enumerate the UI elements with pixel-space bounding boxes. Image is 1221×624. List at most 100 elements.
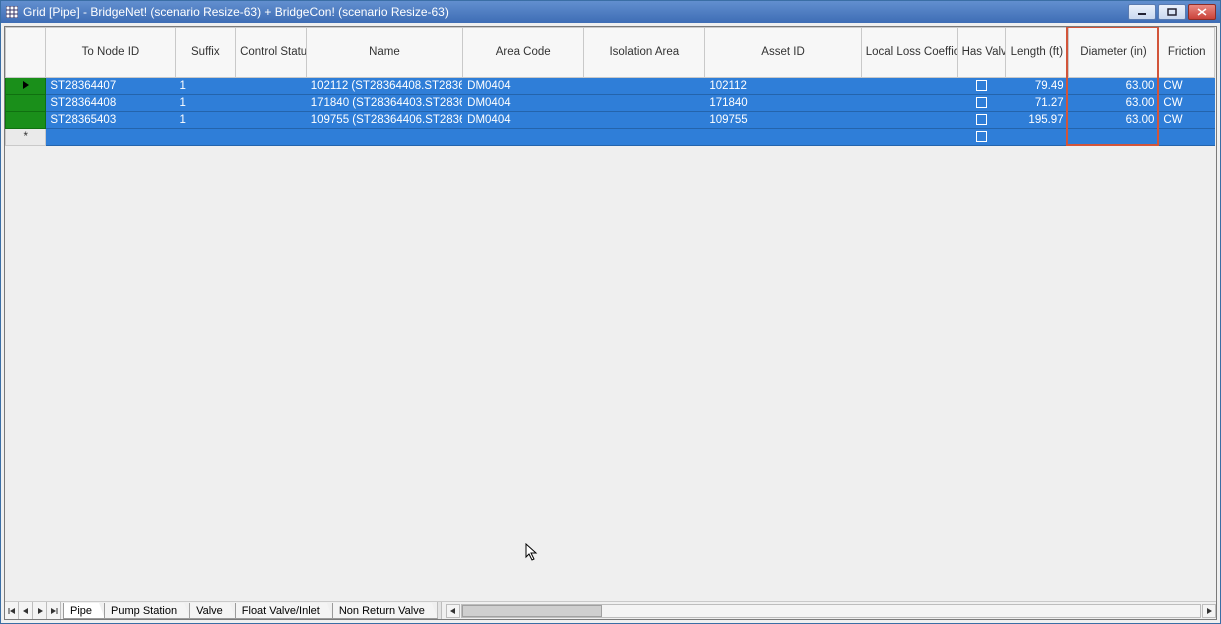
cell-has-valve[interactable]	[957, 129, 1005, 146]
col-header-has-valve[interactable]: Has Valve	[957, 28, 1005, 78]
row-header-cell[interactable]	[6, 78, 46, 95]
table-row[interactable]: ST283644081 171840 (ST28364403.ST28364DM0…	[6, 95, 1215, 112]
tab-float-valve-inlet[interactable]: Float Valve/Inlet	[235, 603, 333, 619]
cell-to-node[interactable]: ST28364407	[46, 78, 175, 95]
scroll-track[interactable]	[461, 604, 1201, 618]
titlebar[interactable]: Grid [Pipe] - BridgeNet! (scenario Resiz…	[1, 1, 1220, 23]
cell-friction[interactable]: CW	[1159, 95, 1215, 112]
col-header-area-code[interactable]: Area Code	[463, 28, 584, 78]
cell-control-status[interactable]	[236, 112, 307, 129]
table-row[interactable]: ST283654031 109755 (ST28364406.ST28364DM0…	[6, 112, 1215, 129]
tab-pump-station[interactable]: Pump Station	[104, 603, 190, 619]
grid-header[interactable]: To Node ID Suffix Control Status Name Ar…	[6, 28, 1215, 78]
cell-name[interactable]: 109755 (ST28364406.ST28364	[306, 112, 462, 129]
col-header-friction[interactable]: Friction	[1159, 28, 1215, 78]
cell-length[interactable]: 79.49	[1006, 78, 1069, 95]
cell-length[interactable]: 195.97	[1006, 112, 1069, 129]
bottom-bar: PipePump StationValveFloat Valve/InletNo…	[5, 601, 1216, 619]
checkbox-icon[interactable]	[976, 114, 987, 125]
row-header-cell[interactable]	[6, 112, 46, 129]
col-header-row[interactable]	[6, 28, 46, 78]
new-row-marker[interactable]: *	[6, 129, 46, 146]
col-header-name[interactable]: Name	[306, 28, 462, 78]
cell-has-valve[interactable]	[957, 78, 1005, 95]
new-row[interactable]: *	[6, 129, 1215, 146]
scroll-right-button[interactable]	[1202, 604, 1216, 618]
minimize-button[interactable]	[1128, 4, 1156, 20]
cell-suffix[interactable]: 1	[175, 78, 236, 95]
empty-cell[interactable]	[306, 129, 462, 146]
horizontal-scrollbar[interactable]	[446, 602, 1216, 619]
maximize-button[interactable]	[1158, 4, 1186, 20]
empty-cell[interactable]	[46, 129, 175, 146]
empty-cell[interactable]	[584, 129, 705, 146]
cell-to-node[interactable]: ST28365403	[46, 112, 175, 129]
col-header-to-node[interactable]: To Node ID	[46, 28, 175, 78]
row-header-cell[interactable]	[6, 95, 46, 112]
cell-local-loss[interactable]	[861, 112, 957, 129]
empty-cell[interactable]	[705, 129, 861, 146]
cell-friction[interactable]: CW	[1159, 112, 1215, 129]
cell-isolation-area[interactable]	[584, 112, 705, 129]
checkbox-icon[interactable]	[976, 131, 987, 142]
cell-area-code[interactable]: DM0404	[463, 112, 584, 129]
cell-local-loss[interactable]	[861, 78, 957, 95]
cell-name[interactable]: 171840 (ST28364403.ST28364	[306, 95, 462, 112]
close-button[interactable]	[1188, 4, 1216, 20]
checkbox-icon[interactable]	[976, 80, 987, 91]
checkbox-icon[interactable]	[976, 97, 987, 108]
empty-cell[interactable]	[236, 129, 307, 146]
cell-friction[interactable]: CW	[1159, 78, 1215, 95]
cell-area-code[interactable]: DM0404	[463, 78, 584, 95]
scroll-left-button[interactable]	[446, 604, 460, 618]
cell-length[interactable]: 71.27	[1006, 95, 1069, 112]
empty-cell[interactable]	[175, 129, 236, 146]
cell-to-node[interactable]: ST28364408	[46, 95, 175, 112]
cell-has-valve[interactable]	[957, 95, 1005, 112]
empty-cell[interactable]	[1068, 129, 1159, 146]
grid-body[interactable]: ST283644071 102112 (ST28364408.ST28364DM0…	[6, 78, 1215, 146]
nav-next-button[interactable]	[33, 602, 47, 619]
cell-asset-id[interactable]: 171840	[705, 95, 861, 112]
cell-control-status[interactable]	[236, 78, 307, 95]
sheet-tabs[interactable]: PipePump StationValveFloat Valve/InletNo…	[63, 602, 437, 619]
tab-valve[interactable]: Valve	[189, 603, 236, 619]
cell-suffix[interactable]: 1	[175, 112, 236, 129]
col-header-isolation-area[interactable]: Isolation Area	[584, 28, 705, 78]
tab-non-return-valve[interactable]: Non Return Valve	[332, 603, 438, 619]
tab-scroll-splitter[interactable]	[437, 602, 442, 619]
tab-pipe[interactable]: Pipe	[63, 603, 105, 619]
grid-icon	[5, 5, 19, 19]
cell-local-loss[interactable]	[861, 95, 957, 112]
cell-asset-id[interactable]: 102112	[705, 78, 861, 95]
data-grid[interactable]: To Node ID Suffix Control Status Name Ar…	[5, 27, 1215, 146]
col-header-local-loss[interactable]: Local Loss Coefficient	[861, 28, 957, 78]
cell-suffix[interactable]: 1	[175, 95, 236, 112]
empty-cell[interactable]	[463, 129, 584, 146]
cell-diameter[interactable]: 63.00	[1068, 78, 1159, 95]
content-frame: To Node ID Suffix Control Status Name Ar…	[4, 26, 1217, 620]
empty-cell[interactable]	[1159, 129, 1215, 146]
col-header-asset-id[interactable]: Asset ID	[705, 28, 861, 78]
scroll-thumb[interactable]	[462, 605, 602, 617]
nav-last-button[interactable]	[47, 602, 61, 619]
nav-first-button[interactable]	[5, 602, 19, 619]
col-header-control-status[interactable]: Control Status	[236, 28, 307, 78]
nav-prev-button[interactable]	[19, 602, 33, 619]
cell-has-valve[interactable]	[957, 112, 1005, 129]
cell-isolation-area[interactable]	[584, 95, 705, 112]
cell-diameter[interactable]: 63.00	[1068, 112, 1159, 129]
empty-cell[interactable]	[1006, 129, 1069, 146]
cell-isolation-area[interactable]	[584, 78, 705, 95]
table-row[interactable]: ST283644071 102112 (ST28364408.ST28364DM0…	[6, 78, 1215, 95]
cell-area-code[interactable]: DM0404	[463, 95, 584, 112]
col-header-diameter[interactable]: Diameter (in)	[1068, 28, 1159, 78]
cell-diameter[interactable]: 63.00	[1068, 95, 1159, 112]
col-header-suffix[interactable]: Suffix	[175, 28, 236, 78]
col-header-length[interactable]: Length (ft)	[1006, 28, 1069, 78]
cell-name[interactable]: 102112 (ST28364408.ST28364	[306, 78, 462, 95]
cell-asset-id[interactable]: 109755	[705, 112, 861, 129]
empty-cell[interactable]	[861, 129, 957, 146]
cell-control-status[interactable]	[236, 95, 307, 112]
grid-area[interactable]: To Node ID Suffix Control Status Name Ar…	[5, 27, 1216, 601]
